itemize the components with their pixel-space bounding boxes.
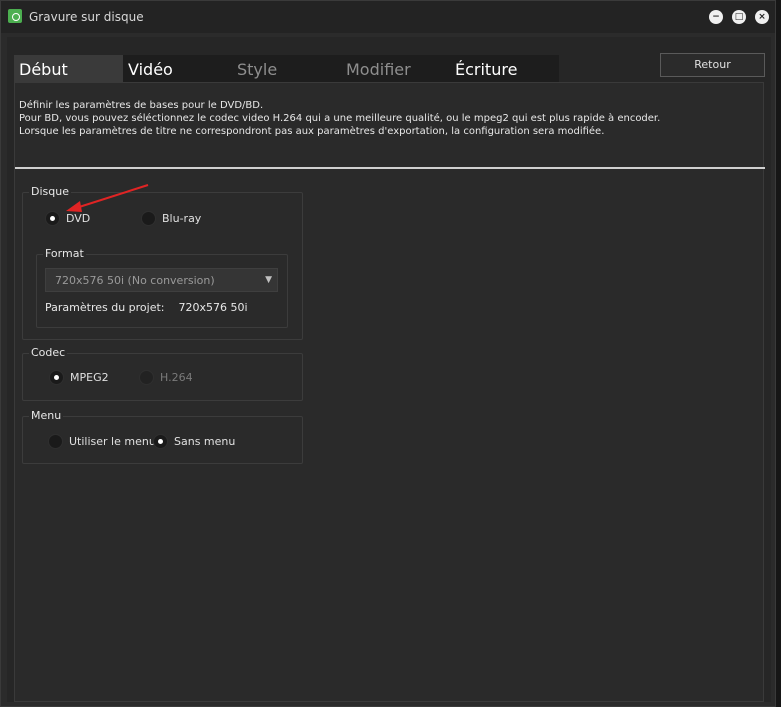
retour-button[interactable]: Retour	[660, 53, 765, 77]
tab-modifier[interactable]: Modifier	[341, 55, 450, 82]
app-icon	[8, 9, 22, 23]
disque-label: Disque	[29, 185, 71, 198]
radio-label: MPEG2	[70, 371, 109, 384]
radio-sans-menu[interactable]: Sans menu	[153, 434, 235, 449]
radio-h264[interactable]: H.264	[139, 370, 193, 385]
format-select[interactable]: 720x576 50i (No conversion) ▼	[45, 268, 278, 292]
divider	[15, 167, 765, 169]
radio-label: Utiliser le menu	[69, 435, 156, 448]
chevron-down-icon: ▼	[265, 275, 272, 285]
format-group: Format 720x576 50i (No conversion) ▼ Par…	[36, 247, 288, 328]
codec-label: Codec	[29, 346, 68, 359]
radio-bluray[interactable]: Blu-ray	[141, 211, 201, 226]
tab-bar: Début Vidéo Style Modifier Écriture	[14, 55, 559, 82]
radio-circle[interactable]	[153, 434, 168, 449]
tab-panel: Définir les paramètres de bases pour le …	[14, 82, 765, 702]
minimize-icon[interactable]: −	[709, 10, 723, 24]
window-title: Gravure sur disque	[29, 10, 144, 24]
maximize-icon[interactable]: □	[732, 10, 746, 24]
dialog-window: Gravure sur disque − □ × Début Vidéo Sty…	[0, 0, 776, 707]
close-icon[interactable]: ×	[755, 10, 769, 24]
radio-label: H.264	[160, 371, 193, 384]
tab-video[interactable]: Vidéo	[123, 55, 232, 82]
radio-circle[interactable]	[48, 434, 63, 449]
description-line: Définir les paramètres de bases pour le …	[19, 100, 264, 111]
tab-style[interactable]: Style	[232, 55, 341, 82]
menu-label: Menu	[29, 409, 64, 422]
codec-group: Codec MPEG2 H.264	[22, 346, 303, 401]
description-line: Pour BD, vous pouvez séléctionnez le cod…	[19, 113, 661, 124]
description-line: Lorsque les paramètres de titre ne corre…	[19, 126, 605, 137]
project-settings: Paramètres du projet: 720x576 50i	[45, 301, 248, 314]
format-selected-value: 720x576 50i (No conversion)	[55, 274, 215, 287]
radio-circle[interactable]	[141, 211, 156, 226]
tab-debut[interactable]: Début	[14, 55, 123, 82]
radio-label: Blu-ray	[162, 212, 202, 225]
radio-circle[interactable]	[45, 211, 60, 226]
dialog-content: Début Vidéo Style Modifier Écriture Reto…	[7, 37, 771, 702]
radio-utiliser-menu[interactable]: Utiliser le menu	[48, 434, 156, 449]
format-label: Format	[43, 247, 86, 260]
radio-circle[interactable]	[139, 370, 154, 385]
radio-label: DVD	[66, 212, 91, 225]
radio-mpeg2[interactable]: MPEG2	[49, 370, 109, 385]
description-text: Définir les paramètres de bases pour le …	[19, 99, 759, 138]
project-settings-label: Paramètres du projet:	[45, 301, 165, 314]
menu-group: Menu Utiliser le menu Sans menu	[22, 409, 303, 464]
project-settings-value: 720x576 50i	[178, 301, 248, 314]
background-edge	[776, 0, 781, 707]
title-bar: Gravure sur disque − □ ×	[1, 1, 775, 33]
disque-group: Disque DVD Blu-ray Format 720x576 50i (N…	[22, 185, 303, 340]
tab-ecriture[interactable]: Écriture	[450, 55, 559, 82]
radio-dvd[interactable]: DVD	[45, 211, 90, 226]
radio-circle[interactable]	[49, 370, 64, 385]
radio-label: Sans menu	[174, 435, 236, 448]
